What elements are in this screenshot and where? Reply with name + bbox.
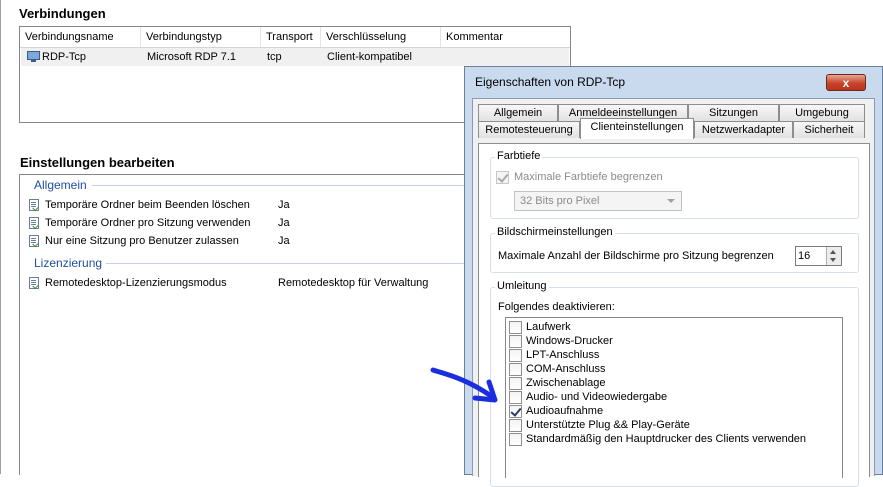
monitor-settings-title: Bildschirmeinstellungen [495,226,615,238]
close-icon: x [842,76,850,90]
connection-transport: tcp [267,51,282,63]
redirect-checkbox-audio-video[interactable] [509,391,522,404]
setting-doc-icon [29,217,39,229]
tab-clienteinstellungen[interactable]: Clienteinstellungen [580,118,694,139]
connection-encryption: Client-kompatibel [327,51,412,63]
list-item[interactable]: Standardmäßig den Hauptdrucker des Clien… [506,433,842,447]
redirect-label: LPT-Anschluss [526,349,600,361]
column-header-name[interactable]: Verbindungsname [20,27,141,47]
dialog-title: Eigenschaften von RDP-Tcp [475,75,626,89]
redirect-checkbox-windows-drucker[interactable] [509,335,522,348]
setting-doc-icon [29,199,39,211]
list-item[interactable]: Zwischenablage [506,377,842,391]
setting-doc-icon [29,277,39,289]
setting-name: Temporäre Ordner pro Sitzung verwenden [45,217,251,229]
close-button[interactable]: x [826,74,866,91]
redirect-label: Windows-Drucker [526,335,613,347]
list-item[interactable]: Unterstützte Plug && Play-Geräte [506,419,842,433]
redirect-label: Zwischenablage [526,377,606,389]
properties-dialog: Eigenschaften von RDP-Tcp x Allgemein An… [464,66,883,487]
table-row[interactable]: RDP-Tcp Microsoft RDP 7.1 tcp Client-kom… [21,48,569,66]
tab-sitzungen[interactable]: Sitzungen [688,104,779,121]
monitor-count-stepper[interactable]: 16 [795,246,842,266]
list-item[interactable]: Laufwerk [506,321,842,335]
tab-allgemein[interactable]: Allgemein [478,104,558,121]
redirect-label: Laufwerk [526,321,571,333]
redirect-label: COM-Anschluss [526,363,606,375]
setting-value: Ja [278,235,290,247]
limit-color-depth-checkbox[interactable] [496,171,509,184]
redirect-checkbox-com[interactable] [509,363,522,376]
tab-sicherheit[interactable]: Sicherheit [793,121,865,138]
list-item[interactable]: LPT-Anschluss [506,349,842,363]
color-depth-title: Farbtiefe [495,150,543,162]
tab-netzwerkadapter[interactable]: Netzwerkadapter [694,121,793,138]
redirection-list[interactable]: Laufwerk Windows-Drucker LPT-Anschluss C… [505,317,843,478]
redirect-checkbox-zwischenablage[interactable] [509,377,522,390]
column-header-comment[interactable]: Kommentar [441,27,570,47]
monitor-count-value: 16 [798,250,811,262]
redirect-label: Audioaufnahme [526,405,604,417]
list-item[interactable]: COM-Anschluss [506,363,842,377]
redirect-checkbox-audioaufnahme[interactable] [509,405,522,418]
redirect-label: Unterstützte Plug && Play-Geräte [526,419,690,431]
setting-doc-icon [29,235,39,247]
setting-name: Remotedesktop-Lizenzierungsmodus [45,277,227,289]
redirect-checkbox-plug-and-play[interactable] [509,419,522,432]
setting-value: Ja [278,199,290,211]
stepper-buttons[interactable] [826,247,841,265]
arrow-up-icon[interactable] [830,250,836,254]
connections-list-header: Verbindungsname Verbindungstyp Transport… [20,27,570,48]
annotation-arrow-icon [430,367,498,403]
column-header-type[interactable]: Verbindungstyp [141,27,261,47]
settings-title: Einstellungen bearbeiten [20,155,175,170]
color-depth-select[interactable]: 32 Bits pro Pixel [514,191,682,211]
column-header-encryption[interactable]: Verschlüsselung [321,27,441,47]
list-item[interactable]: Audioaufnahme [506,405,842,419]
redirect-checkbox-laufwerk[interactable] [509,321,522,334]
client-settings-panel: Farbtiefe Maximale Farbtiefe begrenzen 3… [478,143,870,487]
arrow-down-icon[interactable] [830,258,836,262]
setting-value: Remotedesktop für Verwaltung [278,277,429,289]
setting-name: Temporäre Ordner beim Beenden löschen [45,199,250,211]
redirect-label: Standardmäßig den Hauptdrucker des Clien… [526,433,807,445]
connection-name: RDP-Tcp [42,51,87,63]
setting-name: Nur eine Sitzung pro Benutzer zulassen [45,235,239,247]
redirection-subtitle: Folgendes deaktivieren: [498,301,615,313]
redirect-checkbox-default-printer[interactable] [509,433,522,446]
connections-title: Verbindungen [19,6,106,21]
connection-type: Microsoft RDP 7.1 [147,51,237,63]
list-item[interactable]: Audio- und Videowiedergabe [506,391,842,405]
group-label-general: Allgemein [34,178,87,192]
connection-icon [27,51,40,62]
redirect-checkbox-lpt[interactable] [509,349,522,362]
chevron-down-icon [667,199,675,203]
monitor-limit-label: Maximale Anzahl der Bildschirme pro Sitz… [498,250,774,262]
setting-value: Ja [278,217,290,229]
list-item[interactable]: Windows-Drucker [506,335,842,349]
tab-umgebung[interactable]: Umgebung [779,104,865,121]
dialog-body: Allgemein Anmeldeeinstellungen Sitzungen… [472,98,875,487]
redirection-title: Umleitung [495,280,549,292]
column-header-transport[interactable]: Transport [261,27,321,47]
redirect-label: Audio- und Videowiedergabe [526,391,668,403]
group-label-licensing: Lizenzierung [34,256,103,270]
limit-color-depth-label: Maximale Farbtiefe begrenzen [514,171,663,183]
color-depth-value: 32 Bits pro Pixel [520,195,600,207]
tab-remotesteuerung[interactable]: Remotesteuerung [478,121,580,138]
